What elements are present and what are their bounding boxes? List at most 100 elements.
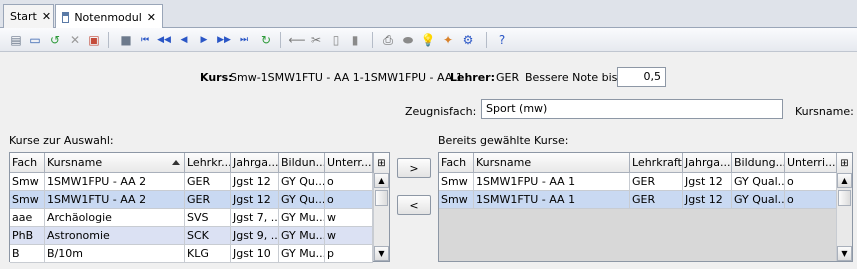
tab-start-label: Start bbox=[10, 10, 37, 23]
scroll-thumb[interactable] bbox=[838, 190, 851, 206]
table-cell: Smw bbox=[10, 191, 45, 209]
cut-icon[interactable]: ✂ bbox=[308, 32, 324, 48]
back-arrow-icon[interactable]: ⟵ bbox=[288, 32, 305, 48]
column-header[interactable]: Kursname bbox=[474, 153, 630, 173]
scroll-down-icon[interactable]: ▼ bbox=[374, 246, 389, 261]
column-header[interactable]: Bildun... bbox=[279, 153, 325, 173]
table-cell: w bbox=[325, 209, 373, 227]
table-cell: PhB bbox=[10, 227, 45, 245]
table-cell: Jgst 7, ... bbox=[231, 209, 279, 227]
table-cell: GY Qu... bbox=[279, 173, 325, 191]
available-courses-table[interactable]: Fach Kursname Lehrkr... Jahrga... Bildun... U… bbox=[9, 152, 390, 263]
table-cell: GY Mu... bbox=[279, 227, 325, 245]
table-cell: SCK bbox=[185, 227, 231, 245]
table-cell: KLG bbox=[185, 245, 231, 263]
help-icon[interactable]: ? bbox=[494, 32, 510, 48]
table-cell: p bbox=[325, 245, 373, 263]
prev-icon[interactable]: ◀ bbox=[176, 32, 192, 48]
table-row[interactable]: PhB Astronomie SCK Jgst 9, ... GY Mu... w bbox=[10, 227, 373, 245]
paste-icon[interactable]: ▮ bbox=[347, 32, 363, 48]
scroll-up-icon[interactable]: ▲ bbox=[374, 173, 389, 188]
bulb-icon[interactable]: 💡 bbox=[420, 32, 436, 48]
table-cell: GY Qu... bbox=[279, 191, 325, 209]
tab-notenmodul-label: Notenmodul bbox=[74, 10, 142, 24]
table-cell: Astronomie bbox=[45, 227, 185, 245]
bessere-note-input[interactable]: 0,5 bbox=[617, 67, 666, 87]
copy-icon[interactable]: ▯ bbox=[328, 32, 344, 48]
table-cell: Archäologie bbox=[45, 209, 185, 227]
vertical-scrollbar[interactable]: ▲ ▼ bbox=[836, 173, 852, 261]
column-header[interactable]: Fach bbox=[439, 153, 474, 173]
wizard-icon[interactable]: ✦ bbox=[440, 32, 456, 48]
table-cell: Jgst 12 bbox=[231, 191, 279, 209]
zeugnisfach-label: Zeugnisfach: bbox=[405, 105, 477, 118]
table-cell: Jgst 12 bbox=[683, 191, 732, 209]
scroll-thumb[interactable] bbox=[375, 190, 388, 206]
toolbar-separator bbox=[280, 32, 281, 48]
table-cell: GER bbox=[185, 191, 231, 209]
refresh-icon[interactable]: ↻ bbox=[258, 32, 274, 48]
folder-icon[interactable]: ■ bbox=[118, 32, 134, 48]
table-row[interactable]: Smw 1SMW1FTU - AA 2 GER Jgst 12 GY Qu... o bbox=[10, 191, 373, 209]
table-header: Fach Kursname Lehrkr... Jahrga... Bildun... U… bbox=[10, 153, 373, 173]
prev-page-icon[interactable]: ◀◀ bbox=[156, 32, 172, 48]
column-header[interactable]: Unterr... bbox=[325, 153, 373, 173]
right-table-title: Bereits gewählte Kurse: bbox=[438, 134, 569, 147]
first-icon[interactable]: ⏮ bbox=[137, 32, 153, 48]
table-cell: o bbox=[785, 191, 837, 209]
table-cell: GY Mu... bbox=[279, 209, 325, 227]
table-cell: w bbox=[325, 227, 373, 245]
column-header[interactable]: Unterri... bbox=[785, 153, 837, 173]
table-cell: Smw bbox=[10, 173, 45, 191]
undo-icon[interactable]: ↺ bbox=[47, 32, 63, 48]
remove-course-button[interactable]: < bbox=[397, 195, 431, 215]
scroll-down-icon[interactable]: ▼ bbox=[837, 246, 852, 261]
column-header[interactable]: Lehrkraft bbox=[630, 153, 683, 173]
lehrer-value: GER bbox=[496, 71, 520, 84]
table-row[interactable]: Smw 1SMW1FPU - AA 1 GER Jgst 12 GY Qual... o bbox=[439, 173, 837, 191]
toolbar: ▤ ▭ ↺ ✕ ▣ ■ ⏮ ◀◀ ◀ ▶ ▶▶ ⏭ ↻ ⟵ ✂ ▯ ▮ ⎙ ⬬ 💡 ✦ ⚙? bbox=[0, 28, 857, 52]
next-page-icon[interactable]: ▶▶ bbox=[216, 32, 232, 48]
table-cell: GY Qual... bbox=[732, 173, 785, 191]
table-cell: SVS bbox=[185, 209, 231, 227]
column-chooser-icon[interactable]: ⊞ bbox=[836, 153, 852, 173]
table-row[interactable]: Smw 1SMW1FTU - AA 1 GER Jgst 12 GY Qual... o bbox=[439, 191, 837, 209]
table-row[interactable]: Smw 1SMW1FPU - AA 2 GER Jgst 12 GY Qu... o bbox=[10, 173, 373, 191]
tab-notenmodul[interactable]: Notenmodul ✕ bbox=[55, 4, 163, 29]
toolbar-separator bbox=[486, 32, 487, 48]
preview-icon[interactable]: ⬬ bbox=[400, 32, 416, 48]
tab-start[interactable]: Start ✕ bbox=[3, 4, 54, 28]
table-row[interactable]: aae Archäologie SVS Jgst 7, ... GY Mu... w bbox=[10, 209, 373, 227]
notenmodul-tab-icon bbox=[62, 11, 70, 23]
lehrer-label: Lehrer: bbox=[450, 71, 496, 84]
column-header[interactable]: Lehrkr... bbox=[185, 153, 231, 173]
delete-icon[interactable]: ✕ bbox=[67, 32, 83, 48]
next-icon[interactable]: ▶ bbox=[196, 32, 212, 48]
add-course-button[interactable]: > bbox=[397, 158, 431, 178]
edit-icon[interactable]: ▤ bbox=[8, 32, 24, 48]
table-cell: GER bbox=[630, 173, 683, 191]
column-header[interactable]: Bildung... bbox=[732, 153, 785, 173]
table-row[interactable]: B B/10m KLG Jgst 10 GY Mu... p bbox=[10, 245, 373, 263]
toolbar-separator bbox=[108, 32, 109, 48]
table-cell: Jgst 12 bbox=[231, 173, 279, 191]
scroll-up-icon[interactable]: ▲ bbox=[837, 173, 852, 188]
save-icon[interactable]: ▭ bbox=[27, 32, 43, 48]
column-header[interactable]: Jahrga... bbox=[683, 153, 732, 173]
column-header[interactable]: Fach bbox=[10, 153, 45, 173]
settings-icon[interactable]: ⚙ bbox=[460, 32, 476, 48]
vertical-scrollbar[interactable]: ▲ ▼ bbox=[373, 173, 389, 261]
tab-notenmodul-close-icon[interactable]: ✕ bbox=[147, 11, 156, 24]
column-header[interactable]: Kursname bbox=[45, 153, 185, 173]
tab-start-close-icon[interactable]: ✕ bbox=[42, 10, 51, 23]
column-header[interactable]: Jahrga... bbox=[231, 153, 279, 173]
table-cell: GER bbox=[185, 173, 231, 191]
zeugnisfach-field[interactable]: Sport (mw) bbox=[481, 99, 783, 119]
table-cell: o bbox=[325, 191, 373, 209]
cancel-icon[interactable]: ▣ bbox=[86, 32, 102, 48]
print-icon[interactable]: ⎙ bbox=[380, 32, 396, 48]
table-cell: o bbox=[325, 173, 373, 191]
selected-courses-table[interactable]: Fach Kursname Lehrkraft Jahrga... Bildung...… bbox=[438, 152, 853, 262]
column-chooser-icon[interactable]: ⊞ bbox=[373, 153, 389, 173]
last-icon[interactable]: ⏭ bbox=[236, 32, 252, 48]
